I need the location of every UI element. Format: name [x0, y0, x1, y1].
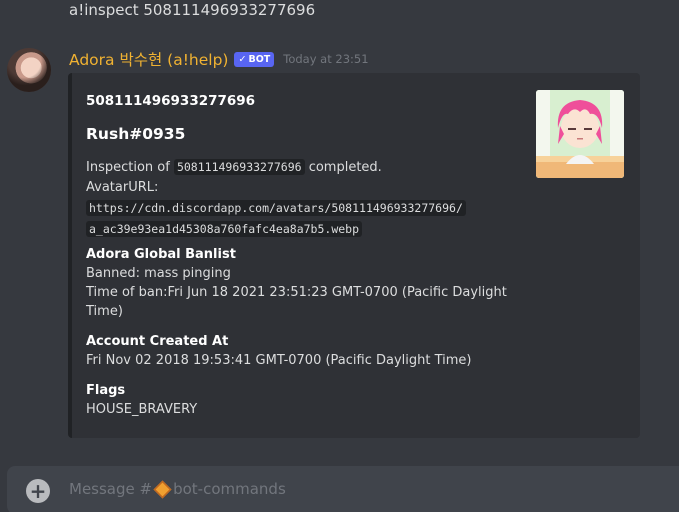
desc-prefix: Inspection of	[86, 160, 174, 175]
add-attachment-button[interactable]: +	[26, 479, 50, 503]
field-value: Fri Nov 02 2018 19:53:41 GMT-0700 (Pacif…	[86, 353, 472, 368]
bot-badge: ✓ BOT	[234, 51, 275, 67]
channel-emoji-icon	[153, 479, 172, 499]
checkmark-icon: ✓	[238, 53, 247, 65]
avatar-url-label: AvatarURL:	[86, 180, 159, 195]
field-name: Account Created At	[86, 334, 229, 349]
previous-message-text: a!inspect 508111496933277696	[69, 1, 316, 19]
embed-title: Rush#0935	[86, 125, 186, 143]
channel-name: bot-commands	[173, 480, 286, 498]
message-timestamp[interactable]: Today at 23:51	[283, 52, 368, 66]
inspection-embed: 508111496933277696 Rush#0935 Inspection …	[68, 73, 640, 438]
field-global-banlist: Adora Global Banlist Banned: mass pingin…	[86, 245, 526, 321]
message-input-placeholder[interactable]: Message # bot-commands	[69, 479, 286, 499]
user-id-code: 508111496933277696	[173, 159, 305, 175]
field-value: Banned: mass pinging	[86, 266, 231, 281]
placeholder-prefix: Message #	[69, 480, 153, 498]
field-name: Flags	[86, 383, 126, 398]
plus-icon: +	[29, 479, 47, 503]
embed-description: Inspection of 508111496933277696 complet…	[86, 157, 526, 240]
anime-character-thumbnail	[536, 90, 624, 178]
message-composer[interactable]: + Message # bot-commands	[7, 466, 679, 512]
field-value: HOUSE_BRAVERY	[86, 402, 198, 417]
embed-thumbnail[interactable]	[536, 90, 624, 178]
field-flags: Flags HOUSE_BRAVERY	[86, 381, 526, 419]
bot-badge-label: BOT	[248, 53, 271, 65]
field-account-created: Account Created At Fri Nov 02 2018 19:53…	[86, 332, 526, 370]
field-value-ban-time: Time of ban:Fri Jun 18 2021 23:51:23 GMT…	[86, 285, 507, 319]
avatar-url-line-2: a_ac39e93ea1d45308a760fafc4ea8a7b5.webp	[86, 221, 363, 237]
field-name: Adora Global Banlist	[86, 247, 236, 262]
embed-author: 508111496933277696	[86, 93, 256, 109]
avatar-url-line-1: https://cdn.discordapp.com/avatars/50811…	[86, 200, 466, 216]
desc-suffix: completed.	[304, 160, 382, 175]
chat-area: a!inspect 508111496933277696 Adora 박수현 (…	[0, 0, 679, 512]
avatar-image	[7, 48, 51, 92]
user-avatar[interactable]	[7, 48, 51, 92]
message-header: Adora 박수현 (a!help) ✓ BOT Today at 23:51	[69, 48, 369, 70]
username[interactable]: Adora 박수현 (a!help)	[69, 48, 228, 70]
